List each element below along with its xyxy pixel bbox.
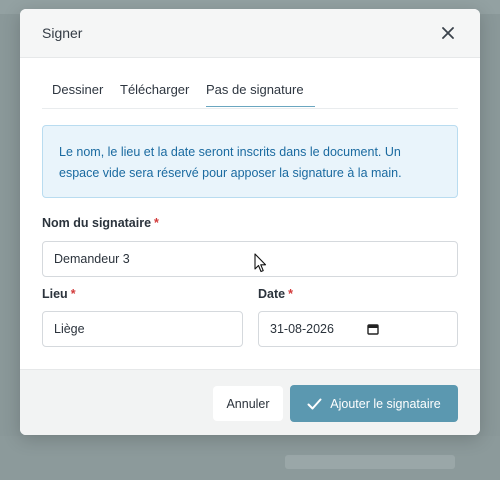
info-alert: Le nom, le lieu et la date seront inscri… (42, 125, 458, 198)
date-value: 31-08-2026 (270, 322, 334, 336)
tab-pas-de-signature[interactable]: Pas de signature (206, 80, 315, 107)
check-icon (307, 398, 322, 409)
add-signer-label: Ajouter le signataire (330, 396, 441, 411)
signer-name-input[interactable]: Demandeur 3 (42, 241, 458, 277)
cancel-button[interactable]: Annuler (213, 386, 283, 421)
place-input[interactable]: Liège (42, 311, 243, 347)
dialog-footer: Annuler Ajouter le signataire (20, 369, 480, 435)
mouse-cursor-icon (254, 253, 267, 273)
calendar-icon[interactable] (367, 323, 379, 338)
required-mark: * (154, 216, 159, 230)
date-label: Date * (258, 287, 293, 301)
info-text-line-2: espace vide sera réservé pour apposer la… (59, 166, 402, 180)
sign-dialog: Signer Dessiner Télécharger Pas de signa… (20, 9, 480, 435)
info-text-line-1: Le nom, le lieu et la date seront inscri… (59, 145, 401, 159)
background-ghost-element (285, 455, 455, 469)
tabs-divider (42, 108, 458, 109)
tab-telecharger[interactable]: Télécharger (120, 80, 189, 107)
required-mark: * (70, 287, 76, 301)
add-signer-button[interactable]: Ajouter le signataire (290, 385, 458, 422)
dialog-header: Signer (20, 9, 480, 58)
tab-dessiner[interactable]: Dessiner (52, 80, 103, 107)
required-mark: * (288, 287, 293, 301)
place-label: Lieu * (42, 287, 76, 301)
date-input[interactable]: 31-08-2026 (258, 311, 458, 347)
dialog-title: Signer (42, 25, 83, 41)
place-value: Liège (54, 322, 85, 336)
close-button[interactable] (438, 23, 458, 43)
signer-name-label: Nom du signataire * (42, 216, 159, 230)
signer-name-value: Demandeur 3 (54, 252, 130, 266)
close-icon (442, 27, 454, 39)
